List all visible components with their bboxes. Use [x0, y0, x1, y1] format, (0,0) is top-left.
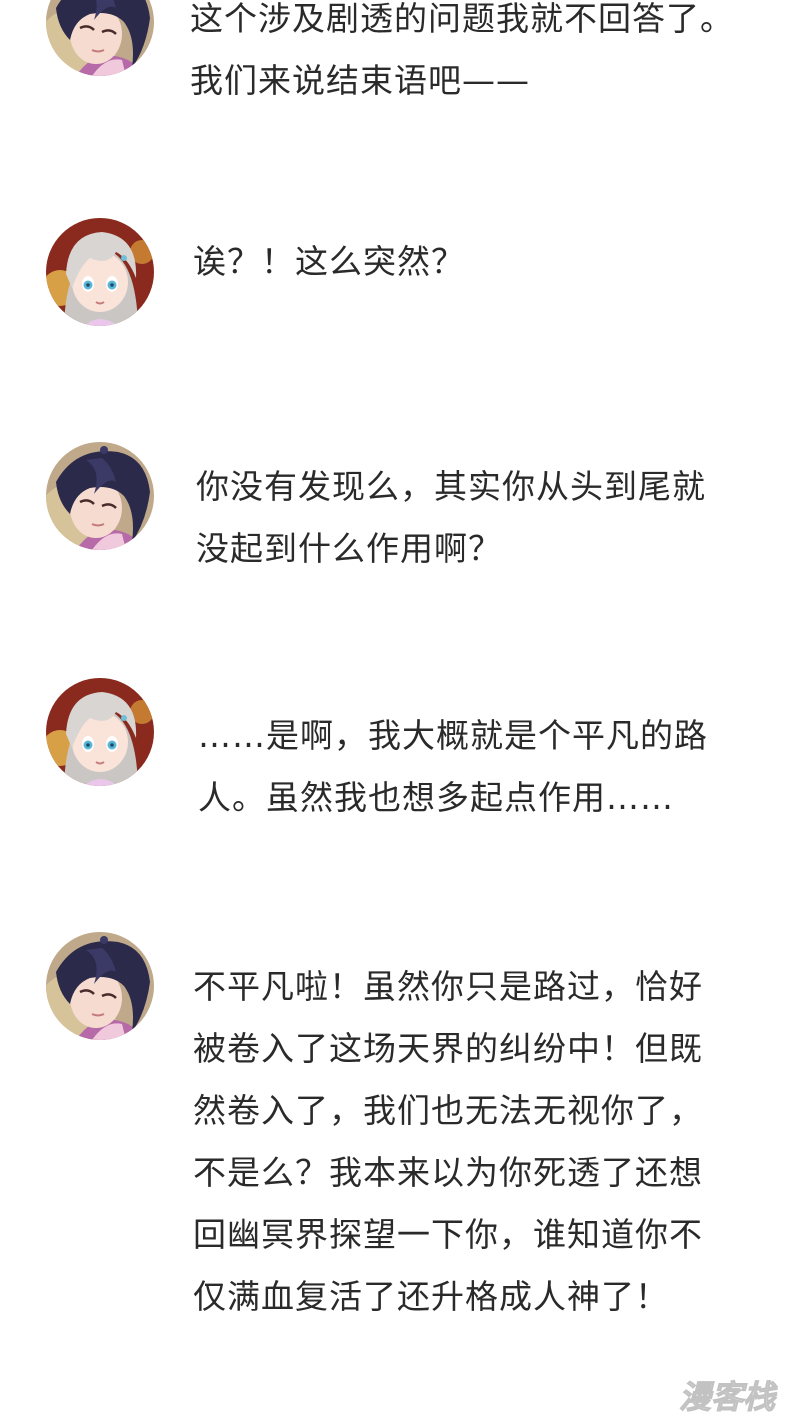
- dialogue-message: 不平凡啦！虽然你只是路过，恰好 被卷入了这场天界的纠纷中！但既 然卷入了，我们也…: [0, 932, 800, 1352]
- dialogue-line: 不是么？我本来以为你死透了还想: [193, 1153, 703, 1192]
- dialogue-text: 不平凡啦！虽然你只是路过，恰好 被卷入了这场天界的纠纷中！但既 然卷入了，我们也…: [193, 956, 703, 1328]
- dialogue-line: 你没有发现么，其实你从头到尾就: [196, 467, 706, 506]
- dialogue-line: 不平凡啦！虽然你只是路过，恰好: [193, 967, 703, 1006]
- boy-avatar: [46, 932, 154, 1040]
- dialogue-message: 这个涉及剧透的问题我就不回答了。 我们来说结束语吧——: [0, 0, 800, 130]
- watermark-logo: 漫客栈: [668, 1374, 786, 1418]
- dialogue-line: 诶？！这么突然？: [193, 242, 465, 281]
- boy-avatar: [46, 0, 154, 76]
- dialogue-line: 仅满血复活了还升格成人神了！: [193, 1277, 669, 1316]
- dialogue-line: 回幽冥界探望一下你，谁知道你不: [193, 1215, 703, 1254]
- dialogue-line: 这个涉及剧透的问题我就不回答了。: [190, 0, 734, 38]
- dialogue-text: 你没有发现么，其实你从头到尾就 没起到什么作用啊？: [196, 456, 706, 580]
- dialogue-message: 你没有发现么，其实你从头到尾就 没起到什么作用啊？: [0, 442, 800, 592]
- dialogue-line: 然卷入了，我们也无法无视你了，: [193, 1091, 703, 1130]
- dialogue-message: 诶？！这么突然？: [0, 218, 800, 328]
- dialogue-line: 我们来说结束语吧——: [190, 61, 530, 100]
- dialogue-line: ……是啊，我大概就是个平凡的路: [198, 716, 708, 755]
- dialogue-line: 人。虽然我也想多起点作用……: [198, 778, 674, 817]
- boy-avatar: [46, 442, 154, 550]
- girl-avatar: [46, 678, 154, 786]
- dialogue-line: 没起到什么作用啊？: [196, 529, 502, 568]
- dialogue-text: 这个涉及剧透的问题我就不回答了。 我们来说结束语吧——: [190, 0, 734, 112]
- dialogue-line: 被卷入了这场天界的纠纷中！但既: [193, 1029, 703, 1068]
- girl-avatar: [46, 218, 154, 326]
- watermark-text: 漫客栈: [679, 1378, 778, 1416]
- dialogue-text: 诶？！这么突然？: [193, 231, 465, 293]
- dialogue-message: ……是啊，我大概就是个平凡的路 人。虽然我也想多起点作用……: [0, 678, 800, 828]
- dialogue-text: ……是啊，我大概就是个平凡的路 人。虽然我也想多起点作用……: [198, 705, 708, 829]
